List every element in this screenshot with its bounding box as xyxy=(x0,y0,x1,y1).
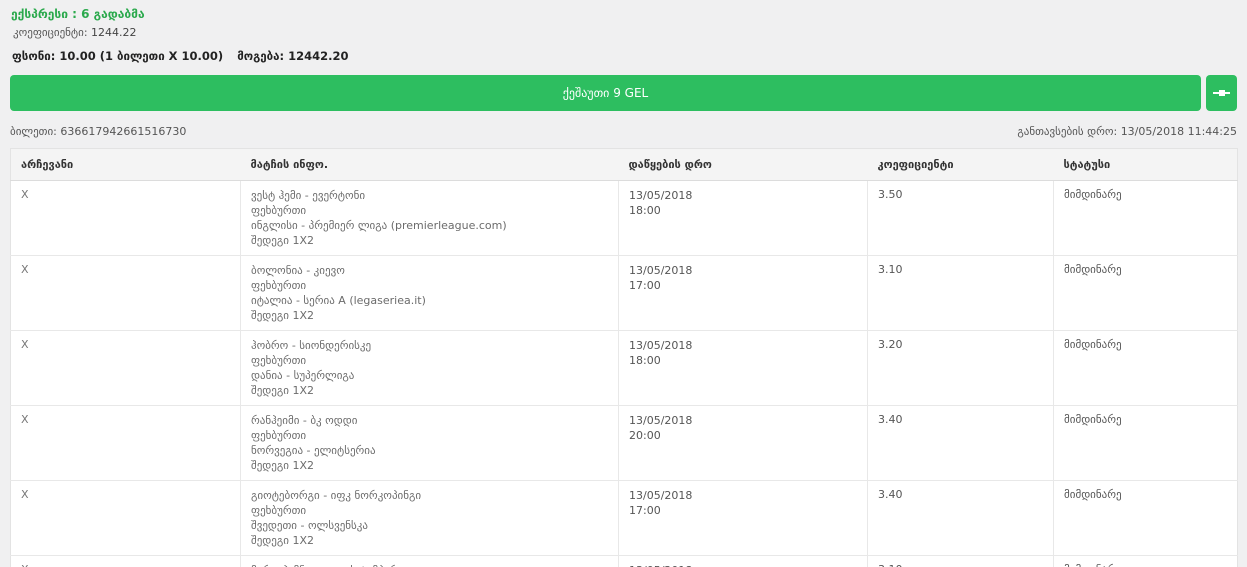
match-teams: ვესტ ჰემი - ევერტონი xyxy=(251,189,366,202)
placed-time-line: განთავსების დრო: 13/05/2018 11:44:25 xyxy=(1017,125,1237,138)
status-cell: მიმდინარე xyxy=(1053,330,1238,406)
coefficient-cell: 3.50 xyxy=(867,180,1054,256)
match-teams: რანჰეიმი - ბკ ოდდი xyxy=(251,414,358,427)
start-date: 13/05/2018 xyxy=(629,189,693,202)
table-row: X ბოლონია - კიევო ფეხბურთი იტალია - სერი… xyxy=(10,255,1238,331)
choice-cell: X xyxy=(10,480,241,556)
ticket-number-label: ბილეთი: xyxy=(10,125,57,138)
match-league: დანია - სუპერლიგა xyxy=(251,369,355,382)
match-info-cell: ბოლონია - კიევო ფეხბურთი იტალია - სერია … xyxy=(240,255,619,331)
match-info-cell: ჰობრო - სიონდერისკე ფეხბურთი დანია - სუპ… xyxy=(240,330,619,406)
match-info-cell: მარიეჰამნი - ილვეს ტამპერე ფეხბურთი ფინე… xyxy=(240,555,619,567)
ticket-meta-row: ბილეთი: 636617942661516730 განთავსების დ… xyxy=(10,125,1237,138)
match-teams: ჰობრო - სიონდერისკე xyxy=(251,339,372,352)
match-market: შედეგი 1X2 xyxy=(251,384,314,397)
coefficient-cell: 3.20 xyxy=(867,330,1054,406)
status-cell: მიმდინარე xyxy=(1053,555,1238,567)
col-header-match-info: მატჩის ინფო. xyxy=(240,148,619,181)
cashout-button[interactable]: ქეშაუთი 9 GEL xyxy=(10,75,1201,111)
table-row: X ვესტ ჰემი - ევერტონი ფეხბურთი ინგლისი … xyxy=(10,180,1238,256)
choice-cell: X xyxy=(10,180,241,256)
start-time: 20:00 xyxy=(629,429,661,442)
start-date: 13/05/2018 xyxy=(629,264,693,277)
coefficient-cell: 3.10 xyxy=(867,555,1054,567)
choice-cell: X xyxy=(10,405,241,481)
ticket-number-line: ბილეთი: 636617942661516730 xyxy=(10,125,186,138)
start-date: 13/05/2018 xyxy=(629,339,693,352)
table-body: X ვესტ ჰემი - ევერტონი ფეხბურთი ინგლისი … xyxy=(10,180,1238,567)
total-odds-label: კოეფიციენტი: xyxy=(13,26,88,39)
ticket-number-value: 636617942661516730 xyxy=(60,125,187,138)
status-cell: მიმდინარე xyxy=(1053,405,1238,481)
match-league: ინგლისი - პრემიერ ლიგა (premierleague.co… xyxy=(251,219,507,232)
stake-label: ფსონი: xyxy=(12,49,56,63)
match-market: შედეგი 1X2 xyxy=(251,309,314,322)
match-sport: ფეხბურთი xyxy=(251,504,307,517)
match-sport: ფეხბურთი xyxy=(251,204,307,217)
start-time: 18:00 xyxy=(629,354,661,367)
possible-win-value: 12442.20 xyxy=(288,49,349,63)
slider-icon xyxy=(1213,90,1230,97)
match-sport: ფეხბურთი xyxy=(251,279,307,292)
table-row: X მარიეჰამნი - ილვეს ტამპერე ფეხბურთი ფი… xyxy=(10,555,1238,567)
match-market: შედეგი 1X2 xyxy=(251,534,314,547)
placed-time-value: 13/05/2018 11:44:25 xyxy=(1120,125,1237,138)
col-header-coefficient: კოეფიციენტი xyxy=(867,148,1054,181)
coefficient-cell: 3.10 xyxy=(867,255,1054,331)
coefficient-cell: 3.40 xyxy=(867,405,1054,481)
match-info-cell: გიოტებორგი - იფკ ნორკოპინგი ფეხბურთი შვე… xyxy=(240,480,619,556)
start-time: 17:00 xyxy=(629,279,661,292)
coefficient-cell: 3.40 xyxy=(867,480,1054,556)
start-date: 13/05/2018 xyxy=(629,489,693,502)
start-time-cell: 13/05/2018 17:00 xyxy=(618,255,868,331)
stake-line: ფსონი: 10.00 (1 ბილეთი X 10.00) მოგება: … xyxy=(10,45,1237,63)
table-row: X რანჰეიმი - ბკ ოდდი ფეხბურთი ნორვეგია -… xyxy=(10,405,1238,481)
match-sport: ფეხბურთი xyxy=(251,354,307,367)
start-date: 13/05/2018 xyxy=(629,414,693,427)
start-time-cell: 13/05/2018 18:00 xyxy=(618,180,868,256)
start-date: 13/05/2018 xyxy=(629,563,857,567)
match-info-cell: ვესტ ჰემი - ევერტონი ფეხბურთი ინგლისი - … xyxy=(240,180,619,256)
match-market: შედეგი 1X2 xyxy=(251,234,314,247)
choice-cell: X xyxy=(10,555,241,567)
choice-cell: X xyxy=(10,330,241,406)
total-odds-value: 1244.22 xyxy=(91,26,137,39)
cashout-row: ქეშაუთი 9 GEL xyxy=(10,75,1237,111)
col-header-status: სტატუსი xyxy=(1053,148,1238,181)
match-market: შედეგი 1X2 xyxy=(251,459,314,472)
match-league: შვედეთი - ოლსვენსკა xyxy=(251,519,368,532)
table-row: X ჰობრო - სიონდერისკე ფეხბურთი დანია - ს… xyxy=(10,330,1238,406)
match-sport: ფეხბურთი xyxy=(251,429,307,442)
status-cell: მიმდინარე xyxy=(1053,180,1238,256)
status-cell: მიმდინარე xyxy=(1053,255,1238,331)
cashout-slider-button[interactable] xyxy=(1206,75,1237,111)
table-header: არჩევანი მატჩის ინფო. დაწყების დრო კოეფი… xyxy=(10,148,1238,181)
start-time: 18:00 xyxy=(629,204,661,217)
start-time-cell: 13/05/2018 17:00 xyxy=(618,480,868,556)
match-teams: ბოლონია - კიევო xyxy=(251,264,345,277)
start-time: 17:00 xyxy=(629,504,661,517)
choice-cell: X xyxy=(10,255,241,331)
bet-details-page: ექსპრესი : 6 გადაბმა კოეფიციენტი: 1244.2… xyxy=(0,0,1247,567)
possible-win-label: მოგება: xyxy=(237,49,285,63)
status-cell: მიმდინარე xyxy=(1053,480,1238,556)
col-header-start-time: დაწყების დრო xyxy=(618,148,868,181)
bet-selections-table: არჩევანი მატჩის ინფო. დაწყების დრო კოეფი… xyxy=(10,148,1238,567)
match-teams: მარიეჰამნი - ილვეს ტამპერე xyxy=(251,563,608,567)
start-time-cell: 13/05/2018 20:00 xyxy=(618,405,868,481)
table-row: X გიოტებორგი - იფკ ნორკოპინგი ფეხბურთი შ… xyxy=(10,480,1238,556)
placed-time-label: განთავსების დრო: xyxy=(1017,125,1118,138)
match-info-cell: რანჰეიმი - ბკ ოდდი ფეხბურთი ნორვეგია - ე… xyxy=(240,405,619,481)
start-time-cell: 13/05/2018 20:00 xyxy=(618,555,868,567)
total-odds-line: კოეფიციენტი: 1244.22 xyxy=(10,24,1237,45)
bet-type-title: ექსპრესი : 6 გადაბმა xyxy=(11,7,145,21)
match-teams: გიოტებორგი - იფკ ნორკოპინგი xyxy=(251,489,422,502)
match-league: იტალია - სერია A (legaseriea.it) xyxy=(251,294,426,307)
start-time-cell: 13/05/2018 18:00 xyxy=(618,330,868,406)
col-header-choice: არჩევანი xyxy=(10,148,241,181)
match-league: ნორვეგია - ელიტსერია xyxy=(251,444,376,457)
stake-value: 10.00 (1 ბილეთი X 10.00) xyxy=(59,49,224,63)
